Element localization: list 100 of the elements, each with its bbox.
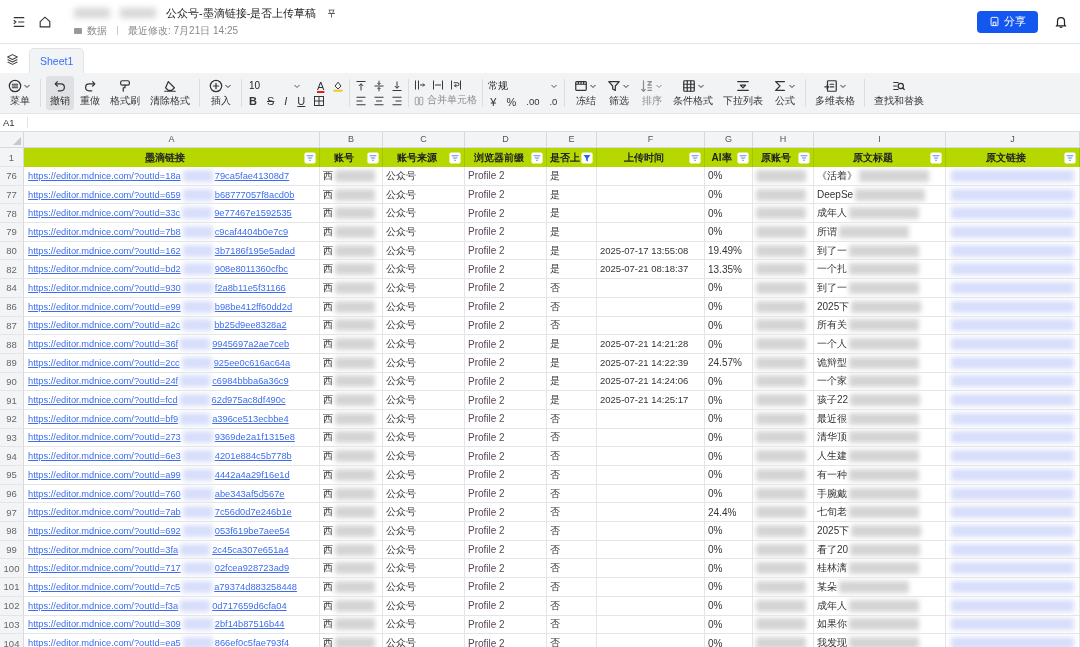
cell-link[interactable]: https://editor.mdnice.com/?outId=ea5 [28, 638, 181, 647]
filter-icon[interactable] [581, 151, 593, 164]
cell-link[interactable]: https://editor.mdnice.com/?outId=273 [28, 432, 181, 443]
cell-link[interactable]: c6984bbba6a36c9 [212, 376, 289, 387]
toolbar-button[interactable]: 冻结 [570, 76, 602, 110]
align-bottom-icon[interactable] [391, 79, 404, 92]
row-number[interactable]: 100 [0, 559, 24, 579]
align-left-icon[interactable] [355, 94, 368, 107]
align-middle-icon[interactable] [373, 79, 386, 92]
cell-link[interactable]: b98be412ff60dd2d [214, 301, 293, 312]
row-number[interactable]: 91 [0, 391, 24, 410]
currency-button[interactable]: ¥ [488, 95, 499, 108]
row-number[interactable]: 98 [0, 522, 24, 541]
align-right-icon[interactable] [391, 94, 404, 107]
cell-link[interactable]: https://editor.mdnice.com/?outId=7c5 [28, 581, 181, 592]
layers-icon[interactable] [6, 53, 19, 66]
cell-link[interactable]: b68777057f8acd0b [214, 189, 295, 200]
toolbar-button[interactable]: 多维表格 [811, 76, 860, 110]
toolbar-button[interactable]: 下拉列表 [719, 76, 768, 110]
cell-link[interactable]: a79374d883258448 [214, 581, 297, 592]
cell-link[interactable]: https://editor.mdnice.com/?outId=36f [28, 339, 179, 350]
number-format-select[interactable]: 常规 [488, 78, 559, 93]
row-number[interactable]: 95 [0, 466, 24, 485]
home-icon[interactable] [38, 14, 52, 29]
sidebar-toggle-icon[interactable] [12, 14, 26, 29]
cell-link[interactable]: https://editor.mdnice.com/?outId=309 [28, 619, 181, 630]
cell-link[interactable]: https://editor.mdnice.com/?outId=e99 [28, 301, 181, 312]
cell-link[interactable]: 908e8011360cfbc [214, 264, 288, 275]
cell-link[interactable]: https://editor.mdnice.com/?outId=760 [28, 488, 181, 499]
notification-bell-icon[interactable] [1054, 14, 1068, 29]
cell-link[interactable]: https://editor.mdnice.com/?outId=717 [28, 563, 181, 574]
text-style-button[interactable]: U [295, 94, 308, 107]
cell-link[interactable]: https://editor.mdnice.com/?outId=659 [28, 189, 181, 200]
toolbar-button[interactable]: 重做 [76, 76, 104, 110]
cell-link[interactable]: 866ef0c5fae793f4 [214, 638, 290, 647]
column-header[interactable]: A [24, 132, 320, 147]
row-number[interactable]: 82 [0, 260, 24, 280]
cell-link[interactable]: https://editor.mdnice.com/?outId=f3a [28, 600, 179, 611]
toolbar-button[interactable]: 查找和替换 [870, 76, 929, 110]
text-style-button[interactable]: S [264, 94, 277, 107]
font-color-button[interactable]: A [315, 79, 327, 92]
row-number[interactable]: 101 [0, 578, 24, 597]
cell-link[interactable]: a396ce513ecbbe4 [212, 413, 289, 424]
cell-link[interactable]: https://editor.mdnice.com/?outId=fcd [28, 395, 178, 406]
cell-link[interactable]: 3b7186f195e5adad [214, 245, 295, 256]
cell-link[interactable]: bb25d9ee8328a2 [214, 320, 287, 331]
sheet-tab[interactable]: Sheet1 [29, 48, 85, 73]
text-style-button[interactable]: I [282, 94, 290, 107]
cell-link[interactable]: 62d975ac8df490c [211, 395, 286, 406]
percent-button[interactable]: % [504, 95, 519, 108]
align-center-icon[interactable] [373, 94, 386, 107]
fill-color-icon[interactable] [332, 79, 345, 92]
toolbar-button[interactable]: 条件格式 [669, 76, 718, 110]
cell-link[interactable]: 9945697a2ae7ceb [212, 339, 290, 350]
cell-link[interactable]: 4442a4a29f16e1d [214, 469, 290, 480]
cell-link[interactable]: https://editor.mdnice.com/?outId=bd2 [28, 264, 181, 275]
cell-link[interactable]: https://editor.mdnice.com/?outId=2cc [28, 357, 180, 368]
column-header[interactable]: I [814, 132, 946, 147]
increase-decimal-button[interactable]: .00 [524, 96, 542, 107]
text-clip-icon[interactable] [432, 79, 445, 91]
row-number[interactable]: 84 [0, 279, 24, 298]
row-number[interactable]: 88 [0, 335, 24, 354]
pin-icon[interactable] [326, 7, 338, 19]
toolbar-button[interactable]: 格式刷 [106, 76, 144, 110]
row-number[interactable]: 104 [0, 634, 24, 647]
toolbar-button[interactable]: 菜单 [4, 76, 35, 110]
cell-link[interactable]: 9e77467e1592535 [214, 208, 292, 219]
text-style-button[interactable]: B [247, 94, 259, 107]
text-wrap-icon[interactable] [450, 79, 463, 91]
row-number[interactable]: 1 [0, 148, 24, 167]
toolbar-button[interactable]: 插入 [205, 76, 236, 110]
cell-link[interactable]: https://editor.mdnice.com/?outId=162 [28, 245, 181, 256]
column-header[interactable]: B [320, 132, 383, 147]
align-top-icon[interactable] [355, 79, 368, 92]
cell-link[interactable]: 053f619be7aee54 [214, 525, 290, 536]
cell-link[interactable]: c9caf4404b0e7c9 [214, 226, 289, 237]
share-button[interactable]: 分享 [977, 10, 1038, 33]
cell-link[interactable]: f2a8b11e5f31166 [214, 282, 286, 293]
cell-link[interactable]: https://editor.mdnice.com/?outId=bf9 [28, 413, 179, 424]
folder-name[interactable]: 数据 [87, 23, 107, 38]
cell-link[interactable]: 2c45ca307e651a4 [212, 544, 289, 555]
cell-link[interactable]: 7c56d0d7e246b1e [214, 507, 292, 518]
toolbar-button[interactable]: 公式 [769, 76, 801, 110]
column-header[interactable]: C [383, 132, 465, 147]
font-size-select[interactable]: 10 [247, 80, 303, 91]
row-number[interactable]: 79 [0, 223, 24, 242]
cell-reference[interactable]: A1 [0, 117, 28, 128]
toolbar-button[interactable]: 撤销 [46, 76, 74, 110]
cell-link[interactable]: 4201e884c5b778b [214, 451, 292, 462]
cell-link[interactable]: 9369de2a1f1315e8 [214, 432, 295, 443]
column-header[interactable]: J [946, 132, 1080, 147]
cell-link[interactable]: 2bf14b87516b44 [214, 619, 285, 630]
cell-link[interactable]: https://editor.mdnice.com/?outId=a99 [28, 469, 181, 480]
cell-link[interactable]: 02fcea928723ad9 [214, 563, 290, 574]
cell-link[interactable]: https://editor.mdnice.com/?outId=24f [28, 376, 179, 387]
cell-link[interactable]: https://editor.mdnice.com/?outId=33c [28, 208, 181, 219]
cell-link[interactable]: https://editor.mdnice.com/?outId=18a [28, 170, 181, 181]
decrease-decimal-button[interactable]: .0 [547, 96, 560, 107]
column-header[interactable]: H [753, 132, 814, 147]
cell-link[interactable]: https://editor.mdnice.com/?outId=7ab [28, 507, 181, 518]
